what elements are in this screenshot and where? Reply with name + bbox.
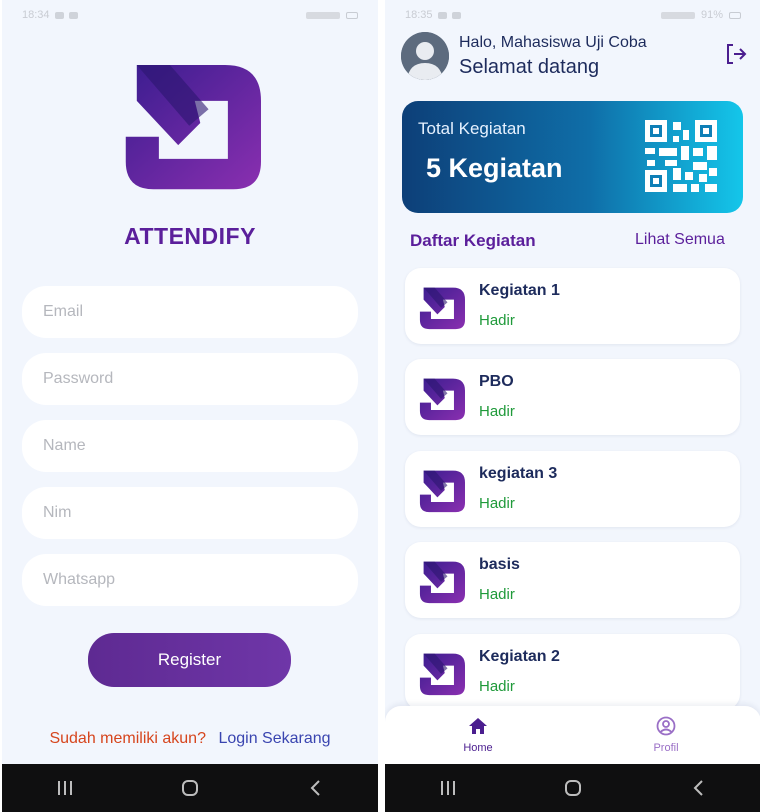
attendify-logo-icon [419,467,465,513]
screenshot-stage: 18:34 ATTENDIFY Email Name Nim Whatsapp … [0,0,760,812]
home-system-button[interactable] [543,764,603,812]
recent-apps-icon [57,781,72,795]
attendify-logo-icon [419,284,465,330]
battery-icon [346,11,358,19]
email-field[interactable] [22,286,358,338]
login-prompt-row: Sudah memiliki akun? Login Sekarang [2,730,378,748]
avatar[interactable] [401,32,449,80]
activity-status: Hadir [479,312,515,329]
qr-code-icon[interactable] [643,118,719,194]
back-icon [310,780,321,796]
activity-title: Kegiatan 1 [479,282,560,299]
name-input[interactable] [43,437,337,455]
battery-percent: 91% [700,9,723,21]
attendify-logo-icon [125,65,261,190]
app-title: ATTENDIFY [124,223,256,249]
back-button[interactable] [668,764,728,812]
activity-item[interactable]: basis Hadir [405,542,740,618]
activity-item[interactable]: Kegiatan 1 Hadir [405,268,740,344]
email-input[interactable] [43,303,337,321]
home-button-icon [564,780,581,796]
back-icon [693,780,704,796]
back-button[interactable] [285,764,345,812]
whatsapp-field[interactable] [22,554,358,606]
home-screen: 18:35 91% Halo, Mahasiswa Uji Coba Selam… [385,0,760,812]
bottom-nav: Home Profil [385,706,760,764]
activities-section-title: Daftar Kegiatan [410,231,536,250]
signal-icon [660,11,695,19]
nav-home-label: Home [463,742,493,754]
register-screen: 18:34 ATTENDIFY Email Name Nim Whatsapp … [2,0,378,812]
user-avatar-icon [401,32,449,80]
activity-item[interactable]: Kegiatan 2 Hadir [405,634,740,710]
nav-profil-label: Profil [653,742,679,754]
status-time: 18:35 [405,9,433,21]
login-link[interactable]: Login Sekarang [218,730,330,747]
login-prompt-text: Sudah memiliki akun? [49,730,206,747]
notification-icon [451,11,461,19]
activity-item[interactable]: kegiatan 3 Hadir [405,451,740,527]
recent-apps-button[interactable] [418,764,478,812]
notification-icon [54,11,64,19]
home-button-icon [181,780,198,796]
system-nav-bar [2,764,378,812]
activity-item[interactable]: PBO Hadir [405,359,740,435]
password-field[interactable] [22,353,358,405]
nim-input[interactable] [43,504,337,522]
password-input[interactable] [43,370,337,388]
status-bar: 18:34 [2,0,378,30]
activity-title: basis [479,556,520,573]
register-button[interactable]: Register [88,633,291,687]
battery-icon [729,11,741,19]
notification-icon [68,11,78,19]
greeting-text: Halo, Mahasiswa Uji Coba [459,34,647,51]
attendify-logo-icon [419,375,465,421]
total-activities-card: Total Kegiatan 5 Kegiatan [402,101,743,213]
activity-status: Hadir [479,495,515,512]
nim-field[interactable] [22,487,358,539]
activity-title: Kegiatan 2 [479,648,560,665]
status-time: 18:34 [22,9,50,21]
attendify-logo-icon [419,558,465,604]
attendify-logo-icon [419,650,465,696]
home-system-button[interactable] [160,764,220,812]
welcome-text: Selamat datang [459,56,600,78]
name-field[interactable] [22,420,358,472]
nav-home[interactable]: Home [443,716,513,754]
total-activities-label: Total Kegiatan [418,119,526,138]
activity-status: Hadir [479,586,515,603]
recent-apps-icon [440,781,455,795]
activity-status: Hadir [479,678,515,695]
recent-apps-button[interactable] [35,764,95,812]
see-all-link[interactable]: Lihat Semua [635,231,725,249]
signal-icon [306,11,340,19]
activity-title: kegiatan 3 [479,465,558,482]
whatsapp-input[interactable] [43,571,337,589]
system-nav-bar [385,764,760,812]
profile-icon [656,716,676,736]
home-icon [469,718,487,734]
status-bar: 18:35 91% [385,0,760,30]
nav-profil[interactable]: Profil [631,716,701,754]
activity-status: Hadir [479,403,515,420]
notification-icon [437,11,447,19]
total-activities-value: 5 Kegiatan [426,153,563,183]
logout-icon[interactable] [724,42,748,66]
activity-title: PBO [479,373,514,390]
